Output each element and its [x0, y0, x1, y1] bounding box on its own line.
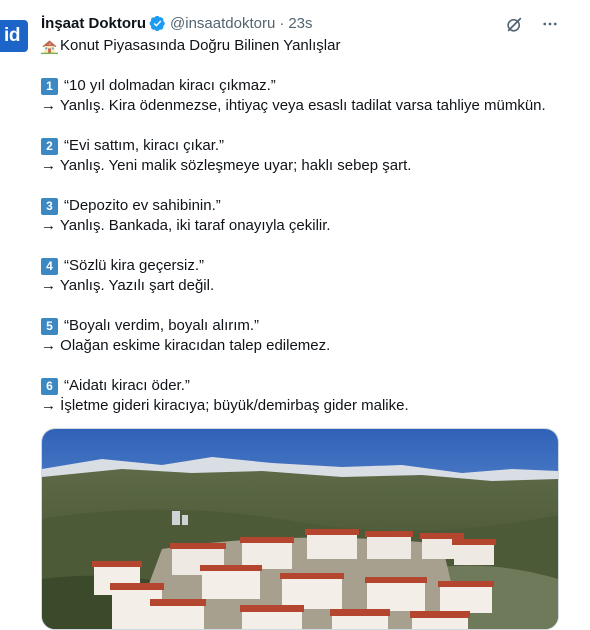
- verified-badge-icon: [149, 15, 166, 32]
- list-item: 3 “Depozito ev sahibinin.” → Yanlış. Bank…: [41, 196, 571, 236]
- list-item: 1 “10 yıl dolmadan kiracı çıkmaz.” → Yanl…: [41, 76, 571, 116]
- number-badge-6: 6: [41, 377, 58, 395]
- answer-text: → Yanlış. Kira ödenmezse, ihtiyaç veya e…: [41, 97, 546, 114]
- list-item: 4 “Sözlü kira geçersiz.” → Yanlış. Yazılı…: [41, 256, 571, 296]
- tweet-text: Konut Piyasasında Doğru Bilinen Yanlışla…: [41, 36, 571, 416]
- myth-text: “Aidatı kiracı öder.”: [64, 377, 190, 394]
- myth-text: “Depozito ev sahibinin.”: [64, 197, 221, 214]
- author-handle[interactable]: @insaatdoktoru: [170, 15, 275, 32]
- number-badge-5: 5: [41, 317, 58, 335]
- number-badge-2: 2: [41, 137, 58, 155]
- tweet-header: İnşaat Doktoru @insaatdoktoru · 23s: [41, 13, 313, 33]
- answer-text: → Yanlış. Bankada, iki taraf onayıyla çe…: [41, 217, 331, 234]
- myth-text: “Boyalı verdim, boyalı alırım.”: [64, 317, 260, 334]
- answer-text: → Olağan eskime kiracıdan talep edilemez…: [41, 337, 331, 354]
- author-name[interactable]: İnşaat Doktoru: [41, 15, 146, 32]
- answer-text: → Yanlış. Yazılı şart değil.: [41, 277, 215, 294]
- post-title: Konut Piyasasında Doğru Bilinen Yanlışla…: [60, 37, 341, 54]
- avatar[interactable]: id: [0, 20, 28, 52]
- grok-icon[interactable]: [504, 14, 524, 34]
- housing-estate-photo: [42, 429, 558, 629]
- answer-text: → Yanlış. Yeni malik sözleşmeye uyar; ha…: [41, 157, 412, 174]
- list-item: 6 “Aidatı kiracı öder.” → İşletme gideri …: [41, 376, 571, 416]
- myth-text: “Sözlü kira geçersiz.”: [64, 257, 205, 274]
- list-item: 5 “Boyalı verdim, boyalı alırım.” → Olağa…: [41, 316, 571, 356]
- number-badge-4: 4: [41, 257, 58, 275]
- list-item: 2 “Evi sattım, kiracı çıkar.” → Yanlış. Y…: [41, 136, 571, 176]
- myth-text: “Evi sattım, kiracı çıkar.”: [64, 137, 225, 154]
- post-title-line: Konut Piyasasında Doğru Bilinen Yanlışla…: [41, 36, 571, 56]
- header-separator: ·: [279, 14, 285, 32]
- header-actions: [504, 14, 560, 34]
- post-time[interactable]: 23s: [288, 15, 312, 32]
- house-icon: [41, 38, 58, 55]
- number-badge-3: 3: [41, 197, 58, 215]
- tweet: id İnşaat Doktoru @insaatdoktoru · 23s K…: [0, 0, 590, 630]
- post-media-image[interactable]: [41, 428, 559, 630]
- number-badge-1: 1: [41, 77, 58, 95]
- myth-text: “10 yıl dolmadan kiracı çıkmaz.”: [64, 77, 276, 94]
- more-icon[interactable]: [540, 14, 560, 34]
- answer-text: → İşletme gideri kiracıya; büyük/demirba…: [41, 397, 409, 414]
